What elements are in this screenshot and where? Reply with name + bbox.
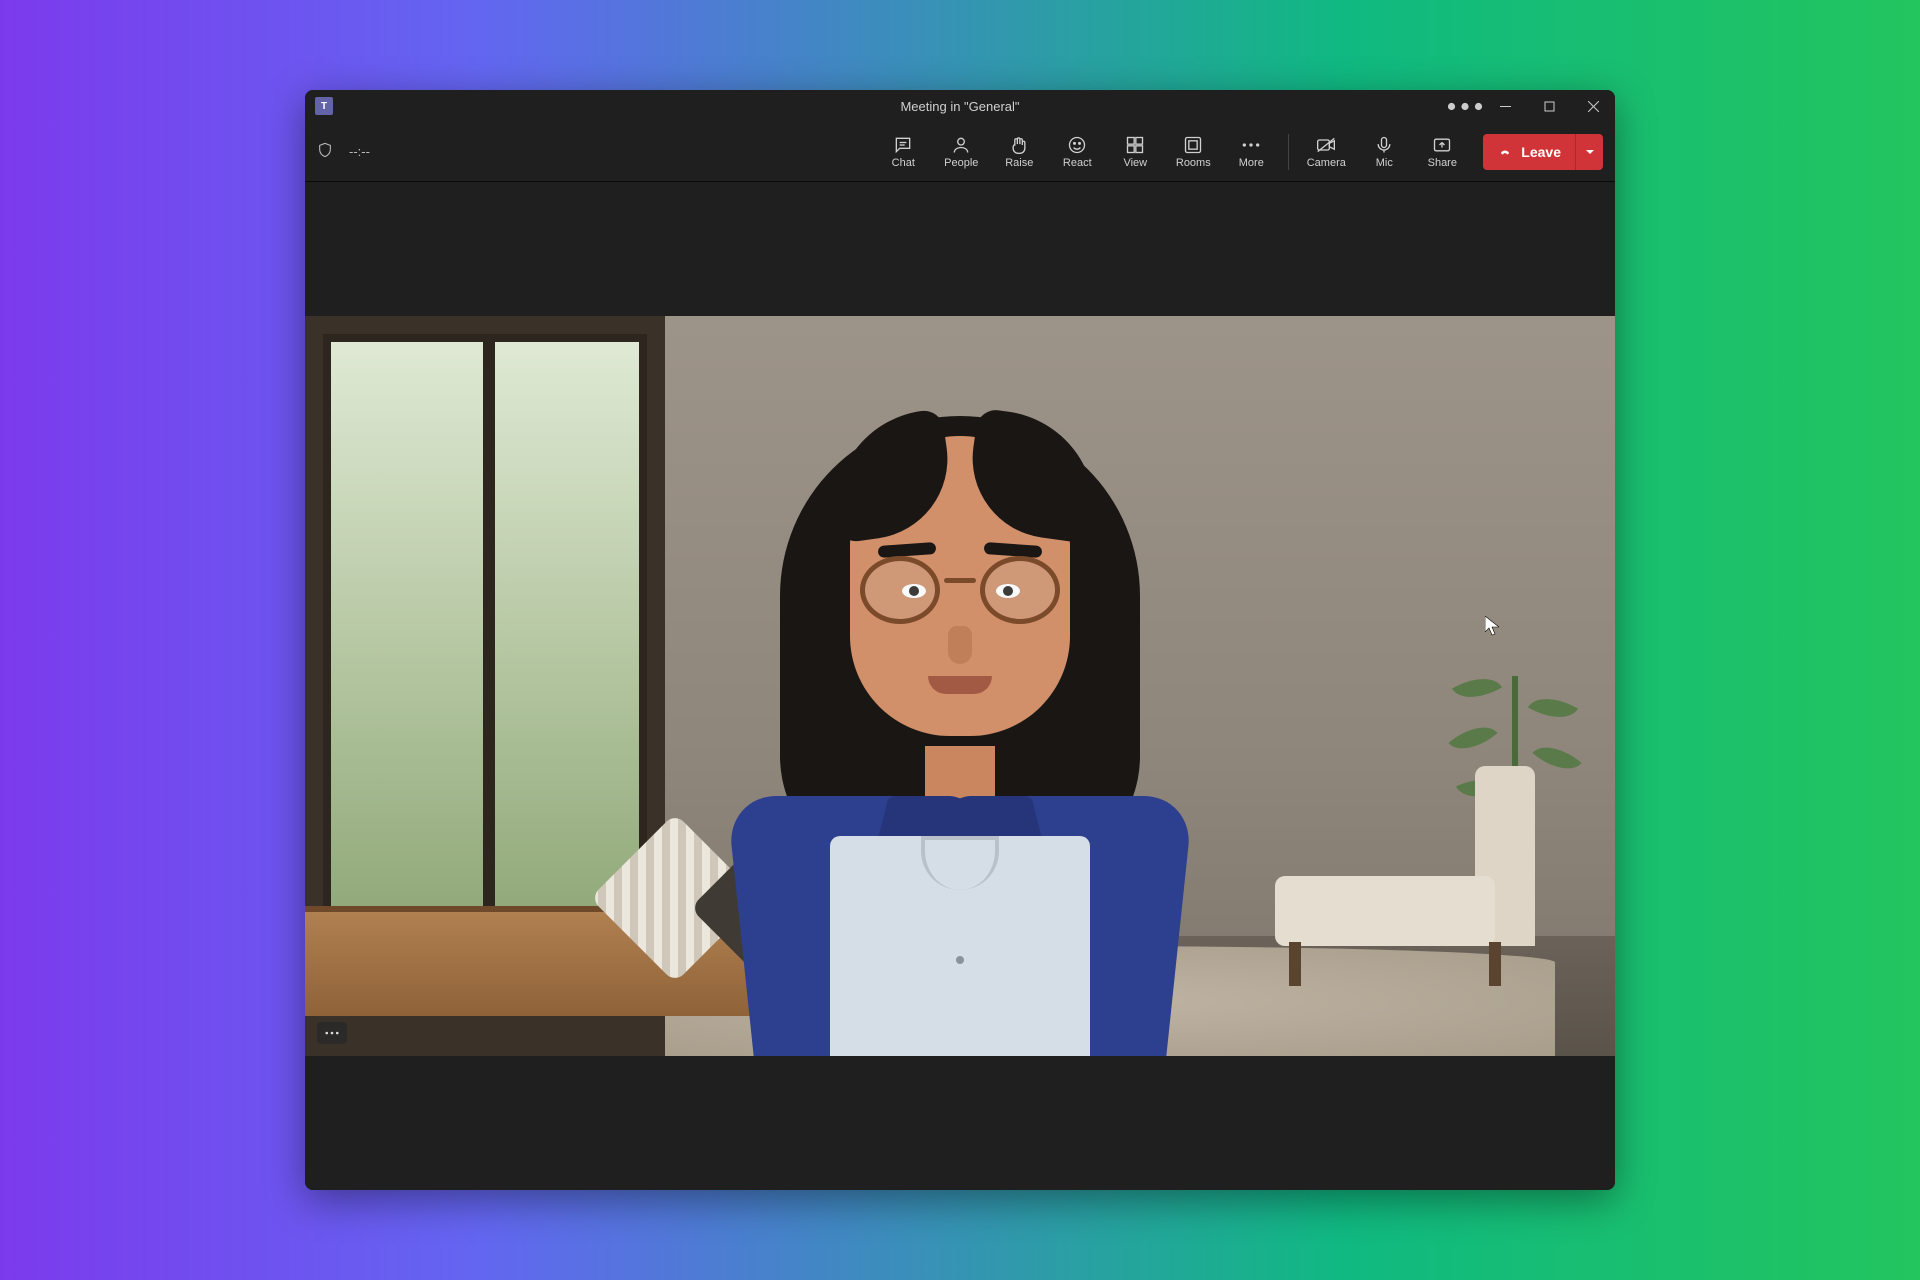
share-button[interactable]: Share	[1415, 126, 1469, 178]
view-label: View	[1123, 157, 1147, 169]
react-label: React	[1063, 157, 1092, 169]
meeting-status: --:--	[317, 142, 370, 161]
raise-hand-button[interactable]: Raise	[992, 126, 1046, 178]
close-button[interactable]	[1571, 90, 1615, 122]
window-controls	[1447, 90, 1615, 122]
people-label: People	[944, 157, 978, 169]
toolbar-separator	[1288, 134, 1289, 170]
participant-video-tile[interactable]	[305, 316, 1615, 1056]
leave-button[interactable]: Leave	[1483, 134, 1575, 170]
more-button[interactable]: More	[1224, 126, 1278, 178]
camera-button[interactable]: Camera	[1299, 126, 1353, 178]
meeting-toolbar: --:-- Chat People Raise React Vi	[305, 122, 1615, 182]
more-label: More	[1239, 157, 1264, 169]
window-title: Meeting in "General"	[900, 99, 1019, 114]
rooms-label: Rooms	[1176, 157, 1211, 169]
chat-label: Chat	[892, 157, 915, 169]
titlebar: T Meeting in "General"	[305, 90, 1615, 122]
leave-label: Leave	[1521, 144, 1561, 160]
people-button[interactable]: People	[934, 126, 988, 178]
video-stage	[305, 182, 1615, 1190]
tile-more-button[interactable]	[317, 1022, 347, 1044]
teams-meeting-window: T Meeting in "General" --:--	[305, 90, 1615, 1190]
view-button[interactable]: View	[1108, 126, 1162, 178]
avatar	[680, 376, 1240, 1056]
shield-icon[interactable]	[317, 142, 333, 161]
maximize-button[interactable]	[1527, 90, 1571, 122]
rooms-button[interactable]: Rooms	[1166, 126, 1220, 178]
share-label: Share	[1428, 157, 1457, 169]
camera-label: Camera	[1307, 157, 1346, 169]
meeting-timer: --:--	[349, 144, 370, 159]
leave-dropdown-button[interactable]	[1575, 134, 1603, 170]
raise-label: Raise	[1005, 157, 1033, 169]
teams-app-icon: T	[315, 97, 333, 115]
chat-button[interactable]: Chat	[876, 126, 930, 178]
react-button[interactable]: React	[1050, 126, 1104, 178]
cursor-icon	[1485, 616, 1499, 636]
mic-label: Mic	[1376, 157, 1393, 169]
leave-button-group: Leave	[1483, 134, 1603, 170]
mic-button[interactable]: Mic	[1357, 126, 1411, 178]
toolbar-items: Chat People Raise React View Rooms	[876, 126, 1603, 178]
minimize-button[interactable]	[1483, 90, 1527, 122]
titlebar-more-button[interactable]	[1447, 90, 1483, 122]
